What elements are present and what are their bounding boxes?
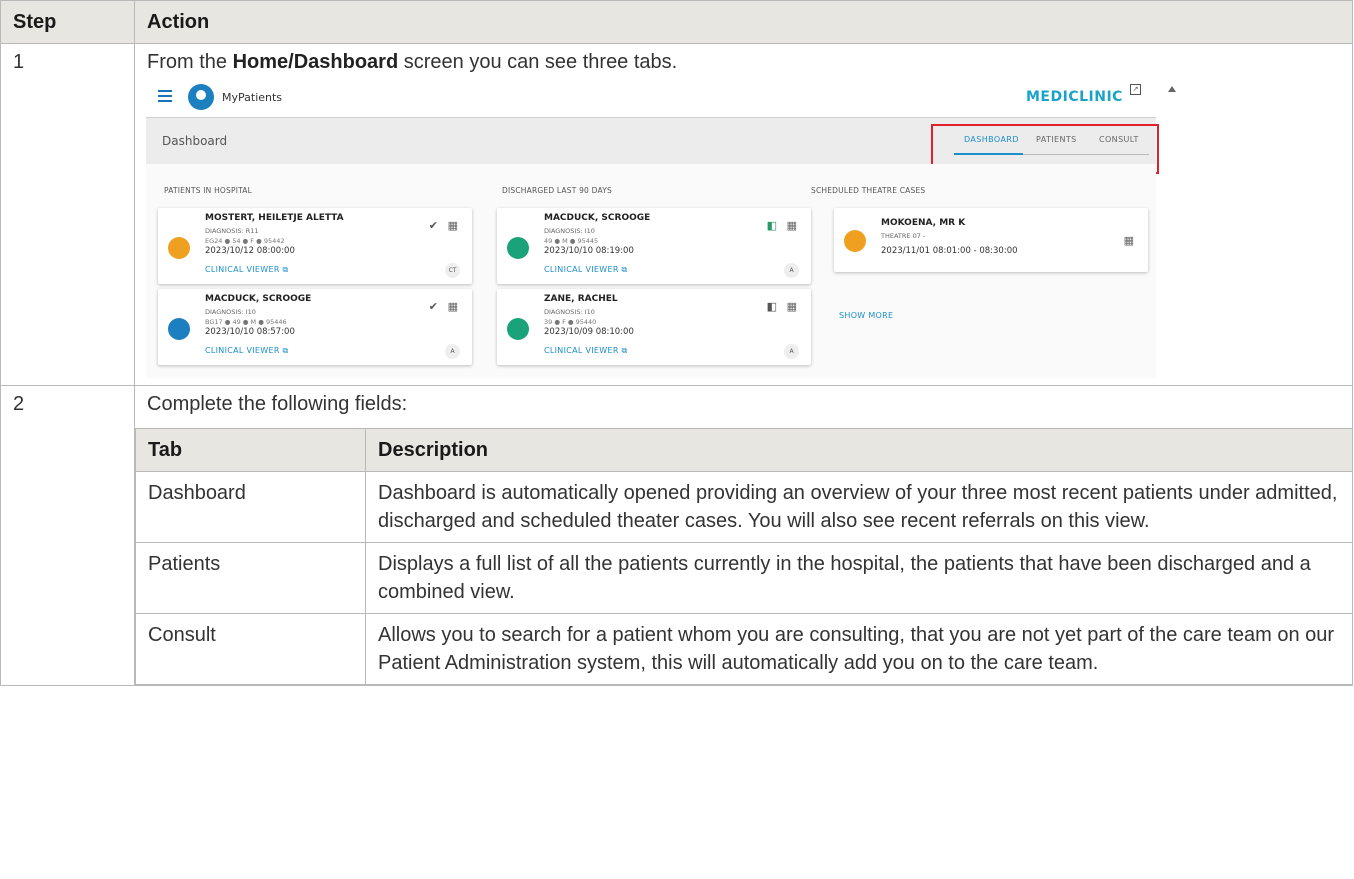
patient-card[interactable]: ZANE, RACHEL DIAGNOSIS: I10 39 ● F ● 954… <box>497 289 811 365</box>
patient-name: MACDUCK, SCROOGE <box>205 294 312 304</box>
clinical-viewer-link[interactable]: CLINICAL VIEWER ⧉ <box>205 346 289 356</box>
role-badge: A <box>784 263 799 278</box>
clinical-viewer-link[interactable]: CLINICAL VIEWER ⧉ <box>205 265 289 275</box>
patient-name: MACDUCK, SCROOGE <box>544 213 651 223</box>
tab-column-header: Tab <box>135 428 366 472</box>
patient-diagnosis: DIAGNOSIS: I10 <box>544 227 595 235</box>
discharge-avatar-icon <box>507 237 529 259</box>
dashboard-screenshot: MyPatients MEDICLINIC ↗ Dashboard DASHBO… <box>146 80 1178 378</box>
mediclinic-logo: MEDICLINIC <box>1026 89 1123 105</box>
role-badge: A <box>784 344 799 359</box>
description-column-header: Description <box>365 428 1353 472</box>
step-1-action: From the Home/Dashboard screen you can s… <box>134 43 1353 386</box>
section-theatre: SCHEDULED THEATRE CASES <box>811 186 926 195</box>
patient-info: 39 ● F ● 95440 <box>544 318 597 326</box>
tab-name: Consult <box>135 613 366 685</box>
app-name: MyPatients <box>222 91 283 104</box>
patient-diagnosis: DIAGNOSIS: I10 <box>544 308 595 316</box>
table-row: Patients Displays a full list of all the… <box>135 542 1353 614</box>
step-2-action: Complete the following fields: Tab Descr… <box>134 385 1353 686</box>
patient-diagnosis: DIAGNOSIS: I10 <box>205 308 256 316</box>
hospital-icon: ▦ <box>786 219 797 232</box>
table-row: Dashboard Dashboard is automatically ope… <box>135 471 1353 543</box>
check-circle-icon: ✔ <box>428 219 438 232</box>
hospital-icon: ▦ <box>786 300 797 313</box>
clinical-viewer-link[interactable]: CLINICAL VIEWER ⧉ <box>544 265 628 275</box>
patient-name: MOKOENA, MR K <box>881 218 966 228</box>
section-patients-in-hospital: PATIENTS IN HOSPITAL <box>164 186 253 195</box>
table-row: Consult Allows you to search for a patie… <box>135 613 1353 685</box>
procedure-table: Step Action 1 From the Home/Dashboard sc… <box>0 0 1353 686</box>
dashboard-content: PATIENTS IN HOSPITAL DISCHARGED LAST 90 … <box>146 164 1156 378</box>
discharge-datetime: 2023/10/10 08:19:00 <box>544 246 634 256</box>
hamburger-menu-icon[interactable] <box>158 90 172 102</box>
step-number-1: 1 <box>0 43 135 386</box>
show-more-link[interactable]: SHOW MORE <box>839 311 893 320</box>
group-avatar-icon <box>168 237 190 259</box>
clinical-viewer-link[interactable]: CLINICAL VIEWER ⧉ <box>544 346 628 356</box>
bed-avatar-icon <box>168 318 190 340</box>
theatre-location: THEATRE 07 - <box>881 232 926 240</box>
step-header: Step <box>0 0 135 44</box>
discharge-icon: ◧ <box>766 219 777 232</box>
theatre-case-card[interactable]: MOKOENA, MR K THEATRE 07 - 2023/11/01 08… <box>834 208 1148 272</box>
section-discharged: DISCHARGED LAST 90 DAYS <box>502 186 612 195</box>
hospital-icon: ▦ <box>447 219 458 232</box>
patient-card[interactable]: MACDUCK, SCROOGE DIAGNOSIS: I10 49 ● M ●… <box>497 208 811 284</box>
tab-name: Dashboard <box>135 471 366 543</box>
step-2-instruction: Complete the following fields: <box>147 393 408 415</box>
tab-description: Displays a full list of all the patients… <box>365 542 1353 614</box>
admission-datetime: 2023/10/12 08:00:00 <box>205 246 295 256</box>
patient-card[interactable]: MOSTERT, HEILETJE ALETTA DIAGNOSIS: R11 … <box>158 208 472 284</box>
check-circle-icon: ✔ <box>428 300 438 313</box>
tab-description: Allows you to search for a patient whom … <box>365 613 1353 685</box>
action-header: Action <box>134 0 1353 44</box>
patient-diagnosis: DIAGNOSIS: R11 <box>205 227 259 235</box>
patient-info: 49 ● M ● 95445 <box>544 237 599 245</box>
step-number-2: 2 <box>0 385 135 686</box>
patient-info: EG24 ● 54 ● F ● 95442 <box>205 237 285 245</box>
role-badge: A <box>445 344 460 359</box>
hospital-icon: ▦ <box>447 300 458 313</box>
theatre-datetime: 2023/11/01 08:01:00 - 08:30:00 <box>881 246 1018 256</box>
tab-description: Dashboard is automatically opened provid… <box>365 471 1353 543</box>
tab-name: Patients <box>135 542 366 614</box>
discharge-avatar-icon <box>507 318 529 340</box>
app-topbar: MyPatients MEDICLINIC ↗ <box>146 80 1176 117</box>
admission-datetime: 2023/10/10 08:57:00 <box>205 327 295 337</box>
tab-description-table: Tab Description Dashboard Dashboard is a… <box>135 428 1353 685</box>
patient-info: BG17 ● 49 ● M ● 95446 <box>205 318 287 326</box>
calendar-avatar-icon <box>844 230 866 252</box>
discharge-icon: ◧ <box>766 300 777 313</box>
patient-name: MOSTERT, HEILETJE ALETTA <box>205 213 344 223</box>
mypatients-logo-icon <box>188 84 214 110</box>
page-title: Dashboard <box>162 134 228 148</box>
step-1-instruction: From the Home/Dashboard screen you can s… <box>147 51 678 73</box>
scroll-up-icon[interactable] <box>1168 86 1176 92</box>
logout-icon[interactable]: ↗ <box>1130 84 1141 95</box>
patient-name: ZANE, RACHEL <box>544 294 618 304</box>
home-dashboard-term: Home/Dashboard <box>232 51 399 73</box>
hospital-icon: ▦ <box>1123 234 1134 247</box>
role-badge: CT <box>445 263 460 278</box>
discharge-datetime: 2023/10/09 08:10:00 <box>544 327 634 337</box>
patient-card[interactable]: MACDUCK, SCROOGE DIAGNOSIS: I10 BG17 ● 4… <box>158 289 472 365</box>
